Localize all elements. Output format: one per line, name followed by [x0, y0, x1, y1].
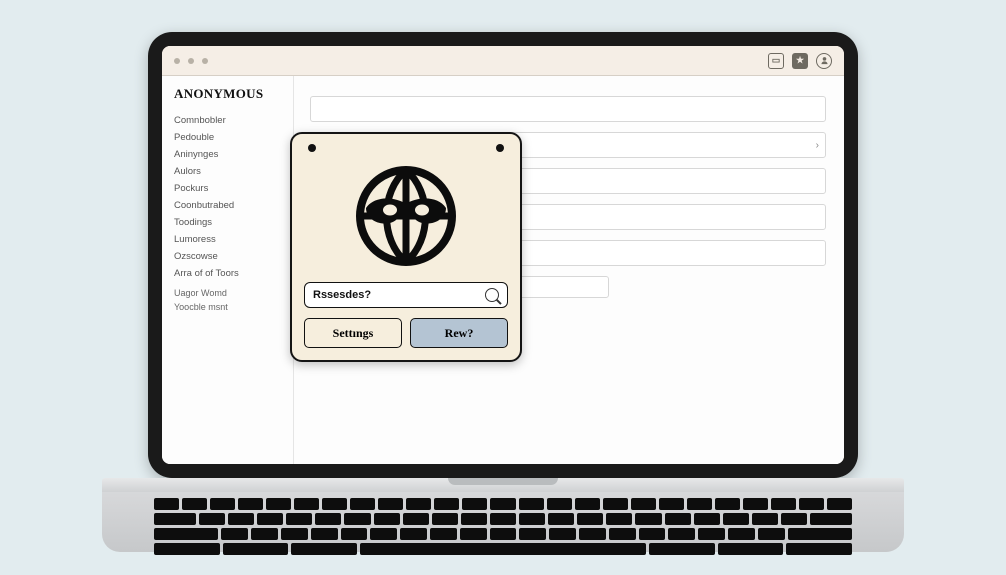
sidebar-title: Anonymous — [174, 86, 293, 102]
laptop-notch — [448, 478, 558, 485]
status-user-icon[interactable] — [816, 53, 832, 69]
work-area: Anonymous Comnbobler Pedouble Aninynges … — [162, 76, 844, 464]
status-badge-icon[interactable]: ★ — [792, 53, 808, 69]
anonymous-dialog: Rssesdes? Settıngs Rew? — [290, 132, 522, 362]
laptop-hinge — [102, 478, 904, 492]
sidebar-item[interactable]: Pedouble — [174, 129, 293, 146]
status-card-icon[interactable]: ▭ — [768, 53, 784, 69]
sidebar-meta: Yoocble msnt — [174, 300, 293, 314]
sidebar-item[interactable]: Aninynges — [174, 146, 293, 163]
sidebar-item[interactable]: Toodings — [174, 214, 293, 231]
mask-globe-icon — [304, 156, 508, 282]
screen: ▭ ★ Anonymous Comnbobler Pedouble Aninyn… — [162, 46, 844, 464]
review-button[interactable]: Rew? — [410, 318, 508, 348]
sidebar-item[interactable]: Pockurs — [174, 180, 293, 197]
sidebar-item[interactable]: Coonbutrabed — [174, 197, 293, 214]
form-field[interactable] — [310, 96, 826, 122]
laptop-keyboard — [102, 492, 904, 552]
sidebar: Anonymous Comnbobler Pedouble Aninynges … — [162, 76, 294, 464]
window-dot — [188, 58, 194, 64]
settings-button[interactable]: Settıngs — [304, 318, 402, 348]
search-icon — [485, 288, 499, 302]
window-dot — [202, 58, 208, 64]
dialog-pins — [304, 144, 508, 152]
window-dot — [174, 58, 180, 64]
sidebar-item[interactable]: Ozscowse — [174, 248, 293, 265]
chevron-right-icon: › — [816, 140, 819, 151]
sidebar-item[interactable]: Arra of of Toors — [174, 265, 293, 282]
search-placeholder: Rssesdes? — [313, 289, 485, 301]
sidebar-item[interactable]: Comnbobler — [174, 112, 293, 129]
laptop-frame: ▭ ★ Anonymous Comnbobler Pedouble Aninyn… — [148, 32, 858, 478]
sidebar-meta: Uagor Womd — [174, 286, 293, 300]
dialog-search-input[interactable]: Rssesdes? — [304, 282, 508, 308]
sidebar-item[interactable]: Lumoress — [174, 231, 293, 248]
sidebar-item[interactable]: Aulors — [174, 163, 293, 180]
window-chrome: ▭ ★ — [162, 46, 844, 76]
